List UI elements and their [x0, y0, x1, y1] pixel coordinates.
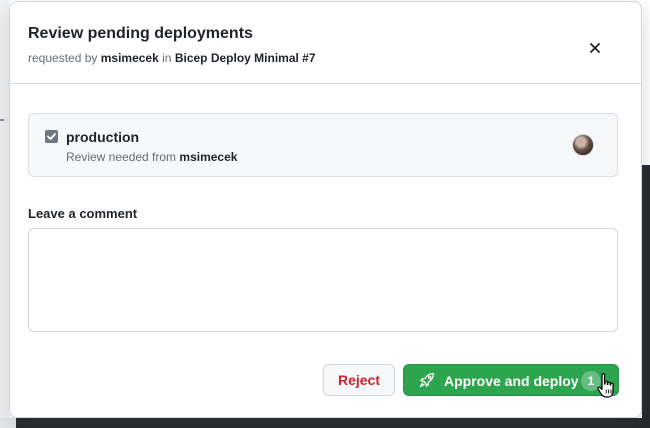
- dialog-subtitle: requested by msimecek in Bicep Deploy Mi…: [28, 51, 316, 65]
- environment-reviewer-text: Review needed from msimecek: [66, 150, 237, 164]
- approve-label: Approve and deploy: [444, 373, 579, 389]
- requester-link[interactable]: msimecek: [101, 51, 159, 65]
- background-page-mark: [0, 119, 4, 121]
- background-page-right: [642, 165, 650, 428]
- approve-and-deploy-button[interactable]: Approve and deploy 1: [403, 364, 619, 396]
- subtitle-in: in: [162, 51, 172, 65]
- avatar[interactable]: [572, 134, 594, 156]
- reviewer-name: msimecek: [179, 150, 238, 164]
- close-icon: [590, 43, 600, 53]
- environment-checkbox[interactable]: [45, 130, 58, 143]
- background-page-bottom: [0, 418, 650, 428]
- dialog-title: Review pending deployments: [28, 25, 253, 42]
- review-deployments-dialog: Review pending deployments requested by …: [9, 1, 642, 418]
- background-page-bottom-left: [0, 418, 16, 428]
- workflow-run-link[interactable]: Bicep Deploy Minimal #7: [175, 51, 316, 65]
- environment-card-production: production Review needed from msimecek: [28, 113, 618, 177]
- background-page-left: [0, 0, 9, 418]
- review-needed-prefix: Review needed from: [66, 150, 177, 164]
- comment-input[interactable]: [28, 228, 618, 332]
- hand-pointer-cursor-icon: [597, 373, 614, 398]
- close-button[interactable]: [583, 36, 607, 60]
- reject-button[interactable]: Reject: [323, 364, 395, 396]
- dialog-header: Review pending deployments requested by …: [10, 2, 641, 84]
- environment-name: production: [66, 129, 140, 145]
- check-icon: [47, 133, 56, 140]
- comment-label: Leave a comment: [28, 206, 138, 221]
- subtitle-prefix: requested by: [28, 51, 98, 65]
- rocket-icon: [419, 372, 435, 388]
